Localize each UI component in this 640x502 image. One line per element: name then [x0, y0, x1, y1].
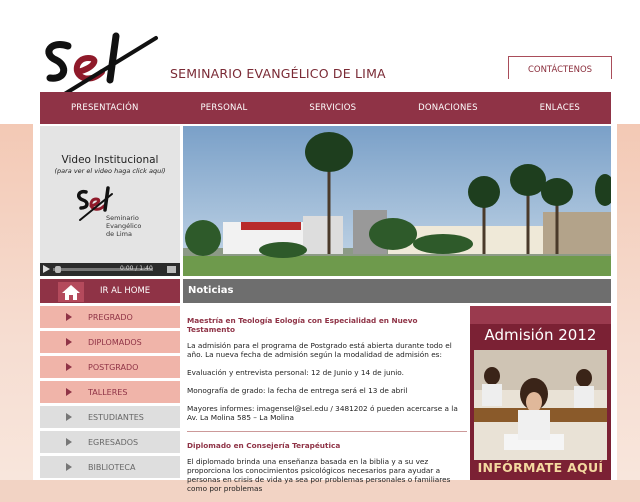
nav-presentacion[interactable]: PRESENTACIÓN	[71, 103, 139, 113]
news-divider	[187, 431, 467, 432]
campus-photo	[183, 126, 611, 276]
video-subtitle[interactable]: (para ver el video haga click aquí)	[40, 167, 180, 175]
students-photo	[474, 350, 607, 460]
news-item-title[interactable]: Maestría en Teología Eología con Especia…	[187, 316, 467, 334]
menu-item-talleres[interactable]: TALLERES	[40, 381, 180, 403]
news-paragraph: Evaluación y entrevista personal: 12 de …	[187, 368, 404, 377]
nav-servicios[interactable]: SERVICIOS	[309, 103, 356, 113]
banner-cta[interactable]: INFÓRMATE AQUÍ	[470, 460, 611, 475]
site-title: SEMINARIO EVANGÉLICO DE LIMA	[170, 66, 386, 81]
video-progress-knob[interactable]	[55, 266, 61, 273]
video-time: 0:00 / 1:40	[120, 265, 153, 272]
video-title: Video Institucional	[61, 154, 159, 166]
arrow-right-icon	[66, 413, 72, 421]
news-list: Maestría en Teología Eología con Especia…	[187, 316, 467, 502]
menu-item-postgrado[interactable]: POSTGRADO	[40, 356, 180, 378]
menu-item-diplomados[interactable]: DIPLOMADOS	[40, 331, 180, 353]
nav-donaciones[interactable]: DONACIONES	[418, 103, 478, 113]
banner-top-strip	[470, 306, 611, 324]
video-logo-text: Seminario Evangélico de Lima	[106, 214, 142, 238]
menu-item-pregrado[interactable]: PREGRADO	[40, 306, 180, 328]
home-icon	[58, 282, 84, 302]
side-menu: PREGRADO DIPLOMADOS POSTGRADO TALLERES E…	[40, 306, 180, 481]
arrow-right-icon	[66, 388, 72, 396]
volume-icon[interactable]	[167, 266, 176, 273]
news-paragraph: El diplomado brinda una enseñanza basada…	[187, 457, 451, 493]
menu-item-egresados[interactable]: EGRESADOS	[40, 431, 180, 453]
news-paragraph: Mayores informes: imagensel@sel.edu / 34…	[187, 404, 458, 422]
menu-item-estudiantes[interactable]: ESTUDIANTES	[40, 406, 180, 428]
arrow-right-icon	[66, 363, 72, 371]
banner-title: Admisión 2012	[484, 326, 597, 344]
play-icon[interactable]	[43, 265, 50, 273]
news-item-title[interactable]: Diplomado en Consejería Terapéutica	[187, 441, 467, 450]
news-paragraph: La admisión para el programa de Postgrad…	[187, 341, 452, 359]
arrow-right-icon	[66, 463, 72, 471]
home-label: IR AL HOME	[100, 286, 151, 296]
menu-item-biblioteca[interactable]: BIBLIOTECA	[40, 456, 180, 478]
video-player-controls[interactable]: 0:00 / 1:40	[40, 263, 180, 276]
arrow-right-icon	[66, 438, 72, 446]
admission-banner[interactable]: Admisión 2012 INFÓRMATE AQUÍ	[470, 306, 611, 480]
nav-enlaces[interactable]: ENLACES	[540, 103, 580, 113]
news-title: Noticias	[188, 285, 234, 296]
video-panel[interactable]: Video Institucional (para ver el video h…	[40, 126, 180, 276]
nav-personal[interactable]: PERSONAL	[200, 103, 247, 113]
arrow-right-icon	[66, 338, 72, 346]
home-button[interactable]: IR AL HOME	[40, 279, 180, 303]
news-paragraph: Monografía de grado: la fecha de entrega…	[187, 386, 408, 395]
news-header: Noticias	[183, 279, 611, 303]
main-nav: PRESENTACIÓN PERSONAL SERVICIOS DONACION…	[40, 92, 611, 124]
arrow-right-icon	[66, 313, 72, 321]
contact-button[interactable]: CONTÁCTENOS	[508, 56, 612, 79]
